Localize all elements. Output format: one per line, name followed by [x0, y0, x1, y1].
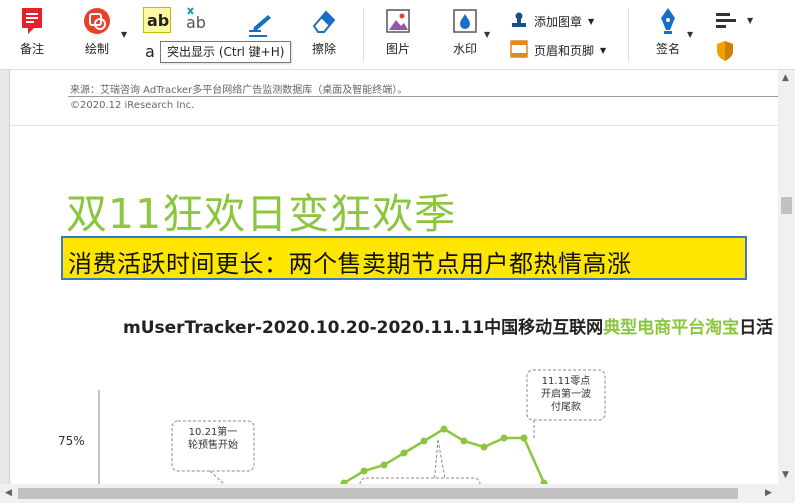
chart-title: mUserTracker-2020.10.20-2020.11.11中国移动互联…	[123, 313, 773, 338]
highlighted-subtitle[interactable]: 消费活跃时间更长：两个售卖期节点用户都热情高涨	[61, 236, 747, 280]
draw-icon	[82, 6, 112, 36]
copyright-text: ©2020.12 iResearch Inc.	[70, 100, 195, 111]
note-button[interactable]: 备注	[20, 6, 44, 57]
erase-label: 擦除	[311, 42, 336, 56]
page-divider	[10, 125, 778, 126]
header-footer-dropdown-icon: ▼	[600, 46, 607, 55]
annotation-text: 付尾款	[551, 400, 581, 413]
watermark-label: 水印	[452, 42, 477, 56]
highlight-icon[interactable]: ab	[143, 7, 171, 33]
note-label: 备注	[20, 42, 45, 56]
data-point	[360, 467, 368, 475]
image-button[interactable]: 图片	[385, 6, 411, 57]
sign-label: 签名	[655, 42, 680, 56]
chart-title-prefix: mUserTracker-2020.10.20-2020.11.11中国移动互联…	[123, 318, 604, 338]
sign-button[interactable]: 签名	[655, 6, 681, 57]
chart-title-highlight: 典型电商平台淘宝	[603, 318, 740, 338]
replace-text-icon[interactable]: ab	[184, 6, 210, 32]
data-point	[460, 437, 468, 445]
draw-button[interactable]: 绘制	[82, 6, 112, 57]
annotation-text: 10.21第一	[189, 425, 238, 438]
text-edit-icon[interactable]	[246, 12, 274, 40]
image-label: 图片	[385, 42, 410, 56]
eraser-icon	[310, 6, 338, 36]
sign-dropdown-icon[interactable]: ▼	[687, 30, 693, 39]
annotation-text: 轮预售开始	[188, 438, 238, 451]
data-point	[400, 449, 408, 457]
add-stamp-label: 添加图章	[534, 15, 583, 29]
subtitle-text: 消费活跃时间更长：两个售卖期节点用户都热情高涨	[68, 250, 632, 278]
data-point	[380, 461, 388, 469]
header-footer-icon	[510, 40, 528, 61]
toolbar: 备注 绘制 ▼ ab a ab 擦除 图片 水印 ▼ 添加图章 ▼ 页眉和页脚 …	[0, 0, 795, 70]
shield-icon[interactable]	[716, 40, 734, 62]
add-stamp-button[interactable]: 添加图章 ▼	[510, 11, 594, 32]
note-icon	[20, 6, 44, 36]
vertical-scroll-thumb[interactable]	[781, 197, 792, 214]
toolbar-separator	[628, 8, 629, 62]
scroll-down-icon[interactable]: ▼	[782, 471, 789, 480]
draw-dropdown-icon[interactable]: ▼	[121, 30, 127, 39]
draw-label: 绘制	[84, 42, 109, 56]
watermark-dropdown-icon[interactable]: ▼	[484, 30, 490, 39]
data-point	[520, 434, 528, 442]
data-point	[480, 443, 488, 451]
svg-text:ab: ab	[186, 13, 206, 32]
align-dropdown-icon[interactable]: ▼	[747, 16, 753, 25]
scrollbar-corner	[778, 484, 795, 503]
annotation-pointer	[437, 439, 447, 484]
scroll-up-icon[interactable]: ▲	[782, 74, 789, 83]
annotation-text: 11.11零点	[542, 375, 591, 387]
scroll-right-icon[interactable]: ▶	[765, 489, 772, 498]
stamp-icon	[510, 11, 528, 32]
annotation-text: 开启第一波	[541, 387, 591, 400]
header-footer-label: 页眉和页脚	[534, 44, 595, 58]
header-rule	[68, 96, 778, 97]
annotation-pointer	[209, 470, 225, 484]
page-title: 双11狂欢日变狂欢季	[66, 190, 457, 238]
y-tick-label: 75%	[58, 434, 85, 448]
document-page[interactable]: 来源：艾瑞咨询 AdTracker多平台网络广告监测数据库（桌面及智能终端）。 …	[9, 70, 778, 484]
annotation-pointer	[433, 439, 439, 484]
align-icon[interactable]	[716, 12, 742, 30]
data-point	[440, 425, 448, 433]
data-point	[500, 434, 508, 442]
horizontal-scroll-thumb[interactable]	[18, 488, 738, 499]
line-chart: 75% 10.21第一轮预售开始 11.11零点开启第一波付尾款	[58, 369, 606, 484]
erase-button[interactable]: 擦除	[310, 6, 338, 57]
pen-nib-icon	[655, 6, 681, 36]
highlight-tooltip: 突出显示 (Ctrl 键+H)	[160, 41, 292, 63]
horizontal-scrollbar[interactable]: ◀ ▶	[0, 484, 778, 503]
svg-text:ab: ab	[147, 11, 169, 30]
svg-text:a: a	[145, 42, 155, 61]
watermark-icon	[452, 6, 478, 36]
image-icon	[385, 6, 411, 36]
data-point	[420, 437, 428, 445]
header-footer-button[interactable]: 页眉和页脚 ▼	[510, 40, 606, 61]
pdf-editor-window: 备注 绘制 ▼ ab a ab 擦除 图片 水印 ▼ 添加图章 ▼ 页眉和页脚 …	[0, 0, 795, 503]
source-line: 来源：艾瑞咨询 AdTracker多平台网络广告监测数据库（桌面及智能终端）。	[70, 85, 408, 96]
document-viewport[interactable]: 来源：艾瑞咨询 AdTracker多平台网络广告监测数据库（桌面及智能终端）。 …	[0, 70, 778, 484]
vertical-scrollbar[interactable]: ▲ ▼	[778, 70, 795, 484]
add-stamp-dropdown-icon: ▼	[588, 17, 595, 26]
scroll-left-icon[interactable]: ◀	[5, 489, 12, 498]
toolbar-separator	[363, 8, 364, 62]
chart-title-suffix: 日活	[739, 318, 774, 338]
watermark-button[interactable]: 水印	[452, 6, 478, 57]
